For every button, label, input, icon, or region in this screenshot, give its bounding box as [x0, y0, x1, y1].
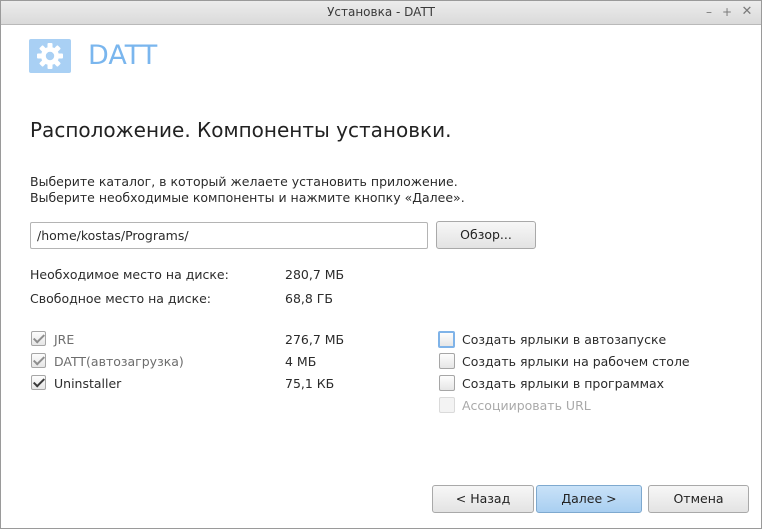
window-title: Установка - DATT	[327, 5, 435, 19]
app-logo	[29, 39, 71, 73]
close-icon[interactable]: ✕	[739, 4, 755, 20]
component-datt-checkbox	[31, 353, 46, 368]
minimize-icon[interactable]: –	[701, 4, 717, 20]
component-uninstaller-size: 75,1 КБ	[285, 376, 335, 391]
component-jre-checkbox	[31, 331, 46, 346]
gear-icon	[37, 43, 63, 69]
component-datt-label: DATT(автозагрузка)	[54, 354, 184, 369]
component-jre-size: 276,7 МБ	[285, 332, 345, 347]
component-jre-label: JRE	[54, 332, 75, 347]
app-name: DATT	[88, 40, 158, 71]
install-path-input[interactable]	[30, 222, 428, 249]
autostart-shortcut-checkbox[interactable]	[438, 331, 455, 348]
back-button[interactable]: < Назад	[432, 485, 534, 513]
component-datt-size: 4 МБ	[285, 354, 317, 369]
programs-shortcut-label[interactable]: Создать ярлыки в программах	[462, 376, 664, 391]
desktop-shortcut-label[interactable]: Создать ярлыки на рабочем столе	[462, 354, 690, 369]
maximize-icon[interactable]: +	[719, 4, 735, 20]
browse-button[interactable]: Обзор...	[436, 221, 536, 249]
component-uninstaller-label[interactable]: Uninstaller	[54, 376, 121, 391]
instruction-line-1: Выберите каталог, в который желаете уста…	[30, 174, 458, 189]
free-space-value: 68,8 ГБ	[285, 291, 334, 306]
autostart-shortcut-label[interactable]: Создать ярлыки в автозапуске	[462, 332, 666, 347]
associate-url-checkbox	[439, 397, 455, 413]
programs-shortcut-checkbox[interactable]	[439, 375, 455, 391]
desktop-shortcut-checkbox[interactable]	[439, 353, 455, 369]
title-bar[interactable]: Установка - DATT – + ✕	[1, 1, 761, 25]
cancel-button[interactable]: Отмена	[648, 485, 749, 513]
instruction-line-2: Выберите необходимые компоненты и нажмит…	[30, 190, 465, 205]
page-title: Расположение. Компоненты установки.	[30, 118, 452, 142]
component-uninstaller-checkbox[interactable]	[31, 375, 46, 390]
associate-url-label: Ассоциировать URL	[462, 398, 591, 413]
free-space-label: Свободное место на диске:	[30, 291, 212, 306]
required-space-value: 280,7 МБ	[285, 267, 345, 282]
installer-window: Установка - DATT – + ✕ DATT Расположение…	[0, 0, 762, 529]
required-space-label: Необходимое место на диске:	[30, 267, 229, 282]
next-button[interactable]: Далее >	[536, 485, 642, 513]
